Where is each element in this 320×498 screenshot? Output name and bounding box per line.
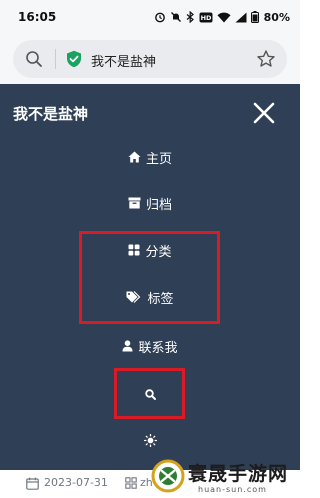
bluetooth-icon xyxy=(186,11,194,23)
url-divider xyxy=(55,49,56,69)
menu-item-contact[interactable]: 联系我 xyxy=(0,334,300,358)
svg-text:HD: HD xyxy=(200,14,211,22)
menu-item-home[interactable]: 主页 xyxy=(0,145,300,169)
wifi-icon xyxy=(217,12,231,22)
archive-icon xyxy=(128,197,141,209)
watermark-mark-icon xyxy=(151,459,185,493)
watermark-url: huan-sun.com xyxy=(198,485,267,494)
battery-icon xyxy=(250,11,259,23)
sun-icon xyxy=(143,433,157,447)
shield-check-icon[interactable] xyxy=(65,50,83,68)
star-icon[interactable] xyxy=(256,49,276,69)
menu-item-label: 主页 xyxy=(145,151,172,167)
post-date: 2023-07-31 xyxy=(44,476,108,489)
dnd-icon xyxy=(170,12,181,22)
menu-item-label: 归档 xyxy=(145,197,172,213)
nav-menu-panel: 我不是盐神 主页 归档 分类 标签 联系我 xyxy=(0,84,300,470)
category-grid-icon xyxy=(125,477,137,489)
watermark-title: 寰晟手游网 xyxy=(188,463,289,485)
url-text[interactable]: 我不是盐神 xyxy=(91,51,156,70)
status-time: 16:05 xyxy=(18,10,57,24)
user-icon xyxy=(122,340,133,352)
menu-item-archive[interactable]: 归档 xyxy=(0,191,300,215)
watermark-logo: 寰晟手游网 huan-sun.com xyxy=(150,455,300,498)
browser-toolbar: 我不是盐神 xyxy=(0,34,300,84)
battery-percent: 80% xyxy=(263,10,290,24)
highlight-box-search xyxy=(114,368,185,419)
alarm-icon xyxy=(154,12,165,23)
highlight-box-categories-tags xyxy=(79,231,220,324)
status-icons: HD 80% xyxy=(154,10,290,24)
hd-icon: HD xyxy=(199,12,213,22)
site-title[interactable]: 我不是盐神 xyxy=(13,103,88,124)
menu-item-label: 联系我 xyxy=(138,340,178,356)
calendar-icon xyxy=(26,477,39,490)
url-bar[interactable]: 我不是盐神 xyxy=(13,40,287,78)
close-icon[interactable] xyxy=(252,101,276,125)
home-icon xyxy=(128,151,141,163)
search-icon[interactable] xyxy=(25,50,43,68)
menu-item-theme-toggle[interactable] xyxy=(0,428,300,452)
status-bar: 16:05 HD 80% xyxy=(0,0,300,34)
signal-icon xyxy=(235,12,247,22)
